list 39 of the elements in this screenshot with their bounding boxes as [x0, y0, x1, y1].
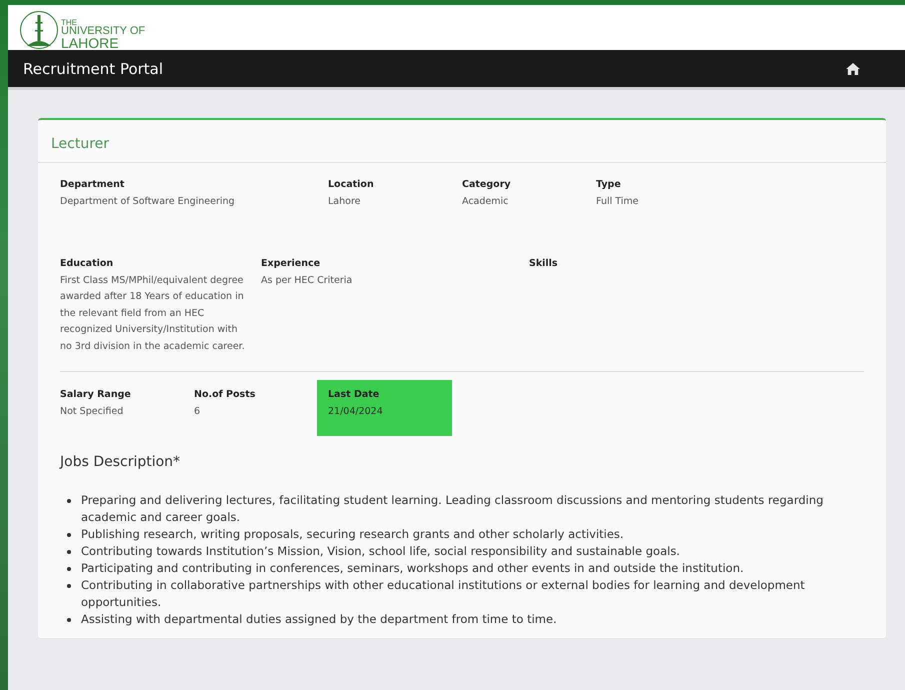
field-label: Salary Range: [60, 388, 132, 402]
field-label: Last Date: [328, 388, 380, 402]
home-icon[interactable]: [846, 62, 860, 74]
bullet-icon: [67, 499, 71, 503]
field-label: Skills: [529, 257, 559, 271]
field-value: Department of Software Engineering: [60, 194, 236, 208]
duty-item: Contributing towards Institution’s Mission, Vision, school life, social responsibility and sustainable goals.: [81, 543, 680, 560]
field-value: Not Specified: [60, 404, 124, 418]
section-heading: Jobs Description*: [60, 454, 182, 470]
field-label: Department: [60, 178, 126, 192]
duty-item: Participating and contributing in conferences, seminars, workshops and other events in and outside the institution.: [81, 560, 744, 577]
field-label: Education: [60, 257, 114, 271]
field-label: Location: [328, 178, 375, 192]
field-value: As per HEC Criteria: [261, 274, 354, 288]
bullet-icon: [67, 584, 71, 588]
minaret-emblem-icon: [19, 10, 59, 50]
bullet-icon: [67, 533, 71, 537]
field-value: First Class MS/MPhil/equivalent degree awarded after 18 Years of education in the relevant field from an HEC recognized University/Institution with no 3rd division in the academic career.: [60, 274, 246, 354]
field-label: Type: [596, 178, 622, 192]
field-label: Category: [462, 178, 512, 192]
university-logo-text: LAHORE: [61, 36, 120, 50]
university-logo-text: UNIVERSITY OF: [61, 26, 146, 37]
duty-item: Preparing and delivering lectures, facilitating student learning. Leading classroom discussions and mentoring students regarding academic and career goals.: [81, 492, 824, 526]
portal-title[interactable]: Recruitment Portal: [23, 60, 164, 78]
field-value: Lahore: [328, 194, 362, 208]
university-logo-text: THE: [61, 18, 77, 26]
duty-item: Publishing research, writing proposals, securing research grants and other scholarly activities.: [81, 526, 624, 543]
field-label: No.of Posts: [194, 388, 256, 402]
field-value: 6: [194, 404, 202, 418]
field-value: 21/04/2024: [328, 404, 384, 418]
field-value: Full Time: [596, 194, 640, 208]
duty-item: Assisting with departmental duties assigned by the department from time to time.: [81, 611, 557, 628]
field-label: Experience: [261, 257, 322, 271]
bullet-icon: [67, 567, 71, 571]
field-value: Academic: [462, 194, 510, 208]
job-title: Lecturer: [51, 136, 110, 152]
bullet-icon: [67, 618, 71, 622]
bullet-icon: [67, 550, 71, 554]
duty-item: Contributing in collaborative partnerships with other educational institutions or external bodies for learning and development opportunities.: [81, 577, 806, 611]
